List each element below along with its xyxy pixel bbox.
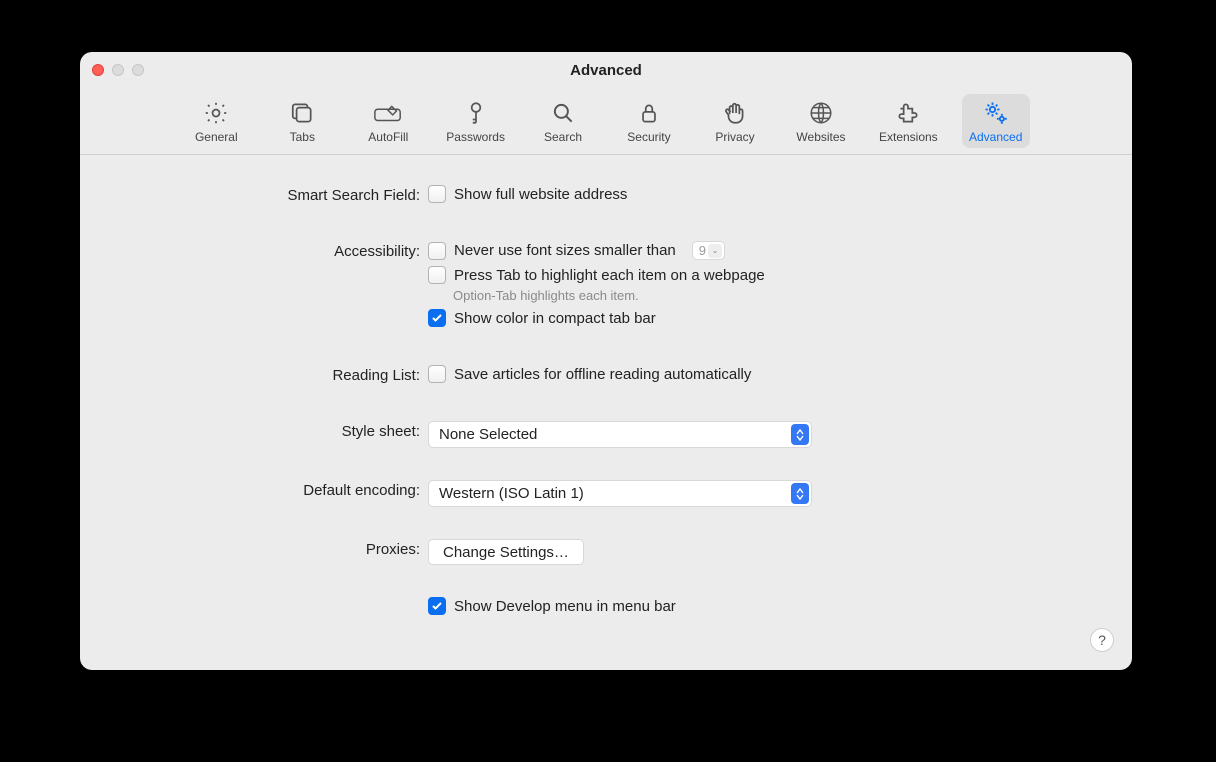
show-develop-label: Show Develop menu in menu bar — [454, 598, 676, 615]
min-font-size-value: 9 — [699, 243, 706, 258]
puzzle-icon — [893, 98, 923, 128]
tab-label: Websites — [796, 130, 845, 144]
min-font-label: Never use font sizes smaller than — [454, 242, 676, 259]
minimize-button[interactable] — [112, 64, 124, 76]
press-tab-label: Press Tab to highlight each item on a we… — [454, 267, 765, 284]
smart-search-label: Smart Search Field: — [120, 185, 428, 204]
accessibility-label: Accessibility: — [120, 241, 428, 260]
preferences-toolbar: General Tabs AutoFill Passwords — [80, 88, 1132, 155]
show-develop-checkbox[interactable] — [428, 597, 446, 615]
encoding-label: Default encoding: — [120, 480, 428, 499]
tab-passwords[interactable]: Passwords — [440, 94, 511, 148]
show-full-address-checkbox[interactable] — [428, 185, 446, 203]
change-settings-button[interactable]: Change Settings… — [428, 539, 584, 565]
traffic-lights — [92, 64, 144, 76]
tab-label: Extensions — [879, 130, 938, 144]
tab-label: Search — [544, 130, 582, 144]
gears-icon — [981, 98, 1011, 128]
tabs-icon — [287, 98, 317, 128]
globe-icon — [806, 98, 836, 128]
tab-label: General — [195, 130, 238, 144]
show-color-label: Show color in compact tab bar — [454, 310, 656, 327]
tab-advanced[interactable]: Advanced — [962, 94, 1030, 148]
show-full-address-label: Show full website address — [454, 186, 627, 203]
save-offline-label: Save articles for offline reading automa… — [454, 366, 751, 383]
tab-label: Passwords — [446, 130, 505, 144]
min-font-checkbox[interactable] — [428, 242, 446, 260]
option-tab-hint: Option-Tab highlights each item. — [453, 288, 1092, 303]
save-offline-checkbox[interactable] — [428, 365, 446, 383]
encoding-select[interactable]: Western (ISO Latin 1) — [428, 480, 812, 507]
magnifier-icon — [548, 98, 578, 128]
close-button[interactable] — [92, 64, 104, 76]
tab-label: Privacy — [715, 130, 754, 144]
tab-label: Security — [627, 130, 670, 144]
min-font-size-select[interactable]: 9 ⌄ — [692, 241, 725, 260]
updown-icon — [791, 424, 809, 445]
tab-label: AutoFill — [368, 130, 408, 144]
hand-icon — [720, 98, 750, 128]
proxies-label: Proxies: — [120, 539, 428, 558]
style-sheet-label: Style sheet: — [120, 421, 428, 440]
gear-icon — [201, 98, 231, 128]
style-sheet-value: None Selected — [439, 426, 537, 443]
chevron-down-icon: ⌄ — [708, 244, 722, 258]
style-sheet-select[interactable]: None Selected — [428, 421, 812, 448]
tab-general[interactable]: General — [182, 94, 250, 148]
show-color-checkbox[interactable] — [428, 309, 446, 327]
updown-icon — [791, 483, 809, 504]
reading-list-label: Reading List: — [120, 365, 428, 384]
press-tab-checkbox[interactable] — [428, 266, 446, 284]
tab-tabs[interactable]: Tabs — [268, 94, 336, 148]
tab-websites[interactable]: Websites — [787, 94, 855, 148]
preferences-window: Advanced General Tabs AutoFill — [80, 52, 1132, 670]
tab-extensions[interactable]: Extensions — [873, 94, 944, 148]
tab-autofill[interactable]: AutoFill — [354, 94, 422, 148]
lock-icon — [634, 98, 664, 128]
tab-search[interactable]: Search — [529, 94, 597, 148]
zoom-button[interactable] — [132, 64, 144, 76]
content-area: Smart Search Field: Show full website ad… — [80, 155, 1132, 661]
titlebar: Advanced — [80, 52, 1132, 88]
tab-label: Advanced — [969, 130, 1022, 144]
encoding-value: Western (ISO Latin 1) — [439, 485, 584, 502]
pencil-box-icon — [373, 98, 403, 128]
tab-security[interactable]: Security — [615, 94, 683, 148]
key-icon — [461, 98, 491, 128]
tab-label: Tabs — [290, 130, 315, 144]
tab-privacy[interactable]: Privacy — [701, 94, 769, 148]
window-title: Advanced — [80, 62, 1132, 79]
help-button[interactable]: ? — [1090, 628, 1114, 652]
